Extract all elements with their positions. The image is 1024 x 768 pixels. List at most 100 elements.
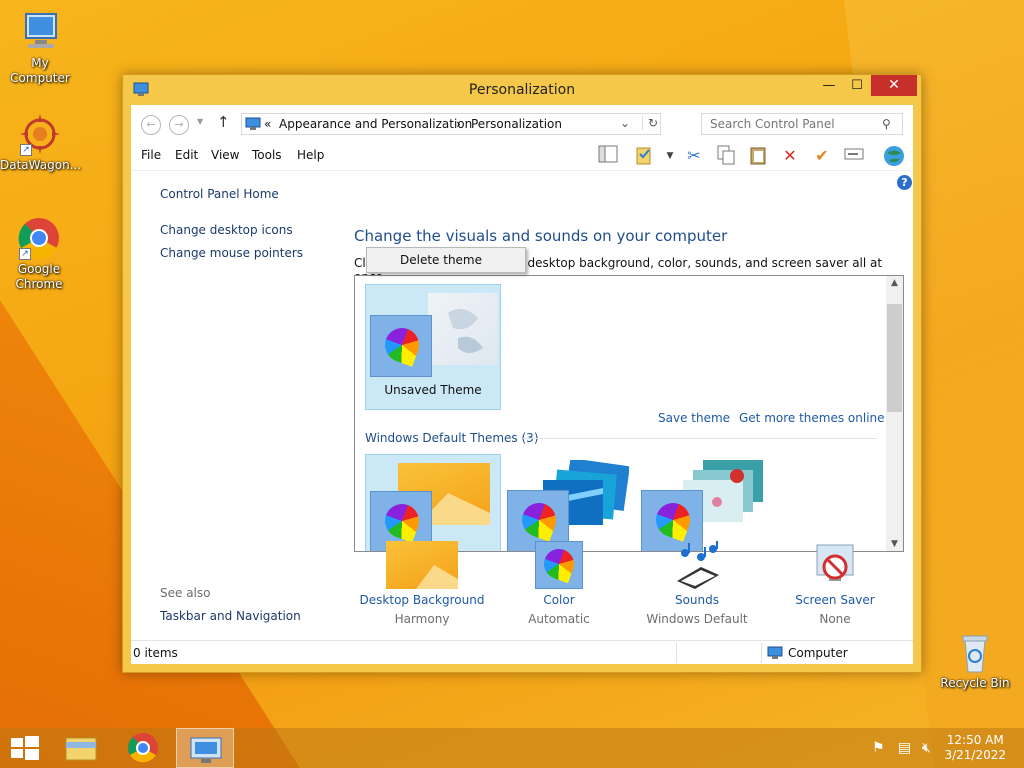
- address-row: ← → ▼ ↑ « Appearance and Personalization…: [131, 105, 913, 141]
- start-button[interactable]: [0, 728, 58, 768]
- dropdown-arrow-icon[interactable]: ▼: [659, 145, 681, 167]
- windows-logo-icon: [11, 736, 39, 760]
- control-panel-taskbar-button[interactable]: [176, 728, 234, 768]
- context-menu: Delete theme: [366, 247, 526, 273]
- properties-check-icon[interactable]: ✔: [811, 145, 833, 167]
- maximize-button[interactable]: ☐: [843, 75, 871, 96]
- menu-tools[interactable]: Tools: [252, 148, 282, 162]
- cut-icon[interactable]: ✂: [683, 145, 705, 167]
- control-panel-home-link[interactable]: Control Panel Home: [160, 187, 279, 201]
- theme-tile-lines[interactable]: [505, 454, 641, 551]
- save-theme-link[interactable]: Save theme: [658, 411, 730, 425]
- color-item[interactable]: Color Automatic: [489, 541, 629, 626]
- sounds-value: Windows Default: [646, 612, 748, 626]
- network-icon[interactable]: ▤: [898, 740, 911, 756]
- help-icon[interactable]: ?: [897, 175, 912, 190]
- theme-list[interactable]: Unsaved Theme Save theme Get more themes…: [354, 275, 904, 552]
- get-more-themes-link[interactable]: Get more themes online: [739, 411, 885, 425]
- menu-edit[interactable]: Edit: [175, 148, 198, 162]
- status-divider: [676, 643, 677, 663]
- shortcut-arrow-icon: ↗: [20, 144, 32, 156]
- screen-saver-icon: [811, 541, 859, 589]
- sounds-item[interactable]: Sounds Windows Default: [627, 541, 767, 626]
- see-also-label: See also: [160, 586, 211, 600]
- minimize-button[interactable]: —: [815, 75, 843, 96]
- unsaved-theme-label: Unsaved Theme: [384, 383, 482, 397]
- action-center-flag-icon[interactable]: ⚑: [872, 740, 885, 756]
- color-palette-icon: [370, 315, 432, 377]
- refresh-icon[interactable]: ↻: [642, 116, 658, 130]
- unsaved-theme-tile[interactable]: Unsaved Theme: [365, 284, 501, 410]
- address-bar[interactable]: « Appearance and Personalization › Perso…: [241, 113, 661, 135]
- computer-icon: [18, 10, 62, 54]
- change-mouse-pointers-link[interactable]: Change mouse pointers: [160, 246, 303, 260]
- chrome-taskbar-button[interactable]: [114, 728, 172, 768]
- clock-date: 3/21/2022: [944, 748, 1006, 762]
- control-panel-icon: [245, 117, 261, 131]
- computer-icon: [767, 646, 783, 660]
- screen-saver-item[interactable]: Screen Saver None: [765, 541, 905, 626]
- clock[interactable]: 12:50 AM 3/21/2022: [944, 733, 1006, 763]
- window-content: ← → ▼ ↑ « Appearance and Personalization…: [131, 105, 913, 664]
- search-placeholder: Search Control Panel: [710, 117, 835, 131]
- desktop-icon-recycle-bin[interactable]: Recycle Bin: [935, 630, 1015, 691]
- personalization-window: Personalization — ☐ ✕ ← → ▼ ↑ « Appearan…: [122, 74, 922, 673]
- desktop-icon-label: DataWagon...: [0, 158, 82, 172]
- item-count: 0 items: [133, 646, 178, 660]
- breadcrumb-prefix: «: [264, 117, 272, 131]
- chevron-down-icon[interactable]: ⌄: [620, 116, 630, 130]
- scroll-up-icon[interactable]: ▲: [886, 278, 903, 288]
- recycle-bin-icon: [953, 630, 997, 674]
- theme-list-scrollbar[interactable]: ▲ ▼: [886, 276, 903, 551]
- close-button[interactable]: ✕: [871, 75, 917, 96]
- desktop-background-item[interactable]: Desktop Background Harmony: [352, 541, 492, 626]
- group-divider: [523, 438, 877, 439]
- location-label: Computer: [788, 646, 848, 660]
- desktop-background-value: Harmony: [394, 612, 450, 626]
- layout-pane-icon[interactable]: [597, 145, 619, 167]
- sounds-icon: [671, 541, 723, 589]
- search-input[interactable]: Search Control Panel ⚲: [701, 113, 903, 135]
- recent-pages-icon[interactable]: ▼: [197, 117, 203, 126]
- back-button[interactable]: ←: [141, 115, 161, 135]
- breadcrumb-appearance[interactable]: Appearance and Personalization: [279, 117, 472, 131]
- breadcrumb-separator[interactable]: ›: [456, 117, 461, 131]
- globe-icon[interactable]: [883, 145, 905, 167]
- volume-muted-icon[interactable]: 🔇︎: [922, 740, 931, 756]
- title-bar[interactable]: Personalization — ☐ ✕: [123, 75, 921, 105]
- menu-view[interactable]: View: [211, 148, 239, 162]
- theme-preview-image: [428, 293, 498, 365]
- delete-icon[interactable]: ✕: [779, 145, 801, 167]
- desktop-icon-label: My Computer: [10, 56, 70, 85]
- screen-saver-value: None: [819, 612, 851, 626]
- theme-tile-flowers[interactable]: [641, 454, 777, 551]
- rename-icon[interactable]: [843, 145, 865, 167]
- theme-tile-windows[interactable]: [365, 454, 501, 551]
- desktop-icon-my-computer[interactable]: My Computer: [0, 10, 80, 86]
- scrollbar-thumb[interactable]: [887, 304, 902, 412]
- menu-file[interactable]: File: [141, 148, 161, 162]
- copy-icon[interactable]: [715, 145, 737, 167]
- screen-saver-label[interactable]: Screen Saver: [765, 593, 905, 607]
- change-desktop-icons-link[interactable]: Change desktop icons: [160, 223, 293, 237]
- taskbar-navigation-link[interactable]: Taskbar and Navigation: [160, 609, 301, 623]
- desktop-icon-google-chrome[interactable]: ↗ Google Chrome: [0, 216, 78, 292]
- folder-options-icon[interactable]: [633, 145, 655, 167]
- menu-help[interactable]: Help: [297, 148, 324, 162]
- delete-theme-menu-item[interactable]: Delete theme: [400, 253, 482, 267]
- page-title: Change the visuals and sounds on your co…: [354, 227, 728, 245]
- file-explorer-taskbar-button[interactable]: [52, 728, 110, 768]
- up-arrow-icon[interactable]: ↑: [217, 113, 230, 131]
- forward-button[interactable]: →: [169, 115, 189, 135]
- paste-icon[interactable]: [747, 145, 769, 167]
- color-label[interactable]: Color: [489, 593, 629, 607]
- search-icon[interactable]: ⚲: [882, 117, 891, 131]
- desktop-icon-label: Recycle Bin: [940, 676, 1010, 690]
- control-panel-icon: [190, 737, 222, 763]
- desktop-background-label[interactable]: Desktop Background: [352, 593, 492, 607]
- chrome-icon: [128, 733, 158, 763]
- sounds-label[interactable]: Sounds: [627, 593, 767, 607]
- desktop-icon-datawagon[interactable]: ↗ DataWagon...: [0, 112, 82, 173]
- clock-time: 12:50 AM: [946, 733, 1004, 747]
- breadcrumb-personalization[interactable]: Personalization: [471, 117, 562, 131]
